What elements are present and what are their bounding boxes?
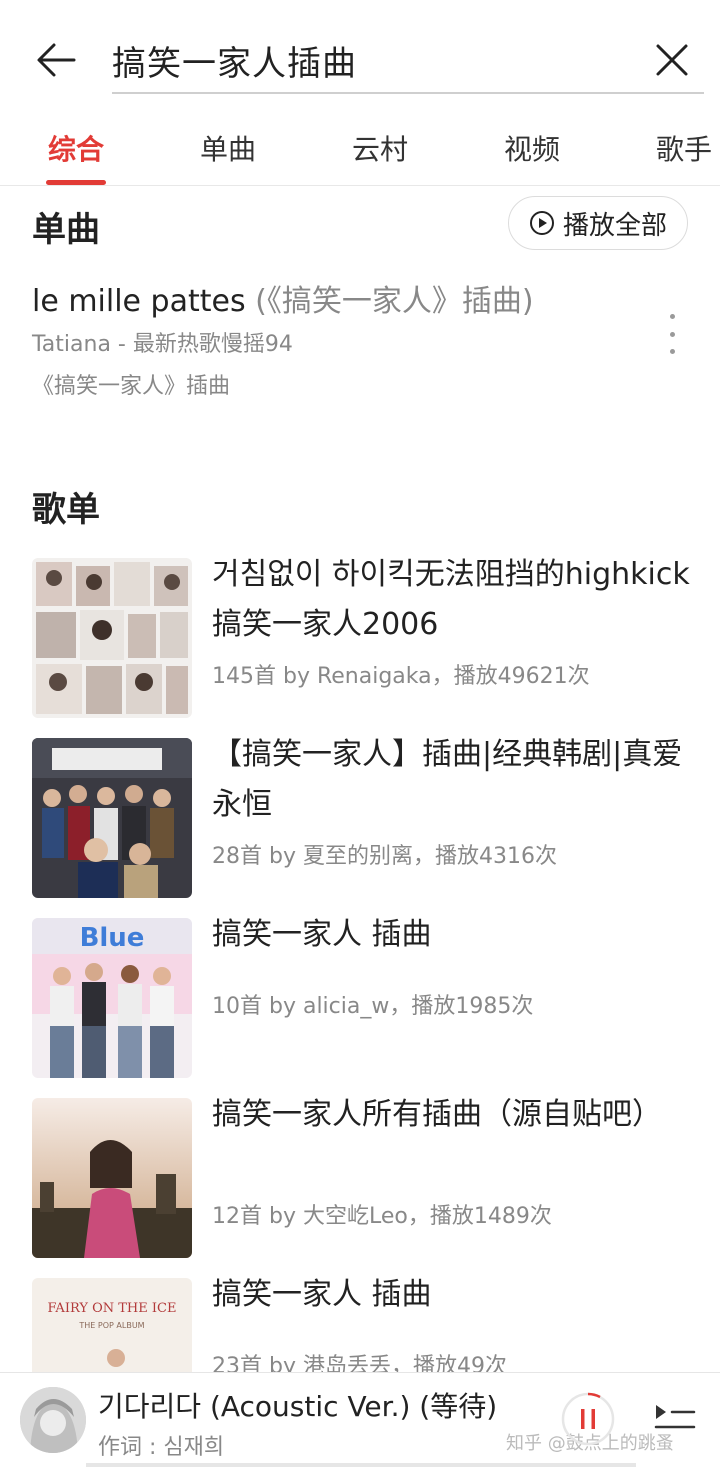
song-name: le mille pattes	[32, 284, 246, 319]
playlist-cover: Blue	[32, 918, 192, 1078]
playlist-title: 【搞笑一家人】插曲|经典韩剧|真爱永恒	[212, 737, 683, 822]
playlist-title: 搞笑一家人 插曲	[212, 1277, 432, 1312]
tab-songs[interactable]: 单曲	[200, 128, 256, 168]
playlist-cover	[32, 1098, 192, 1258]
search-query: 搞笑一家人插曲	[112, 44, 357, 84]
tab-community[interactable]: 云村	[352, 128, 408, 168]
playlist-title: 搞笑一家人所有插曲（源自贴吧）	[212, 1097, 662, 1132]
playlist-cover	[32, 738, 192, 898]
more-dot	[669, 314, 675, 319]
playlist-cover: FAIRY ON THE ICE THE POP ALBUM	[32, 1278, 192, 1372]
playlist-meta: 28首 by 夏至的别离，播放4316次	[212, 844, 557, 869]
more-options-button[interactable]	[660, 314, 684, 354]
pause-button[interactable]	[560, 1391, 616, 1447]
cover-art-text: Blue	[80, 923, 145, 953]
song-description: 《搞笑一家人》插曲	[32, 374, 231, 399]
playlist-queue-button[interactable]	[650, 1399, 698, 1439]
cover-art-text: FAIRY ON THE ICE	[48, 1301, 177, 1316]
playlist-meta: 145首 by Renaigaka，播放49621次	[212, 664, 590, 689]
pause-icon	[561, 1392, 615, 1446]
mini-player[interactable]: 기다리다 (Acoustic Ver.) (等待) 作词 : 심재희 知乎 @鼓…	[0, 1372, 720, 1469]
back-button[interactable]	[28, 32, 84, 88]
now-playing-cover	[20, 1387, 86, 1453]
playlist-item[interactable]: 【搞笑一家人】插曲|经典韩剧|真爱永恒 28首 by 夏至的别离，播放4316次	[0, 737, 720, 908]
playlist-item[interactable]: 거침없이 하이킥无法阻挡的highkick搞笑一家人2006 145首 by R…	[0, 557, 720, 728]
playlist-meta: 12首 by 大空屹Leo，播放1489次	[212, 1204, 552, 1229]
song-artist-album: Tatiana - 最新热歌慢摇94	[32, 332, 293, 357]
play-all-label: 播放全部	[562, 210, 667, 241]
playlist-meta: 10首 by alicia_w，播放1985次	[212, 994, 534, 1019]
cover-art-subtext: THE POP ALBUM	[78, 1321, 144, 1330]
playlist-item[interactable]: 搞笑一家人所有插曲（源自贴吧） 12首 by 大空屹Leo，播放1489次	[0, 1097, 720, 1268]
song-title: le mille pattes (《搞笑一家人》插曲)	[32, 276, 534, 320]
playlist-item[interactable]: Blue 搞笑一家人 插曲 10首 by alicia_w，播放1985次	[0, 917, 720, 1088]
playlist-title: 거침없이 하이킥无法阻挡的highkick搞笑一家人2006	[212, 557, 690, 642]
play-circle-icon	[529, 211, 554, 235]
progress-track	[86, 1463, 636, 1467]
playlist-title: 搞笑一家人 插曲	[212, 917, 432, 952]
now-playing-subtitle: 作词 : 심재희	[98, 1435, 225, 1460]
queue-list-icon	[654, 1405, 696, 1429]
playlist-cover	[32, 558, 192, 718]
tab-overview[interactable]: 综合	[48, 128, 104, 168]
tab-artists[interactable]: 歌手	[656, 128, 712, 168]
song-alias: (《搞笑一家人》插曲)	[245, 284, 534, 319]
songs-section-title: 单曲	[32, 210, 100, 250]
playlists-section-title: 歌单	[32, 490, 100, 530]
active-tab-indicator	[46, 180, 106, 185]
play-all-button[interactable]: 播放全部	[508, 196, 688, 250]
search-header: 搞笑一家人插曲	[0, 0, 720, 110]
result-tabs: 综合 单曲 云村 视频 歌手	[0, 110, 720, 186]
now-playing-title: 기다리다 (Acoustic Ver.) (等待)	[98, 1390, 498, 1423]
search-input[interactable]: 搞笑一家人插曲	[112, 28, 704, 94]
tab-videos[interactable]: 视频	[504, 128, 560, 168]
clear-search-button[interactable]	[644, 32, 700, 88]
close-icon	[656, 44, 688, 76]
more-dot	[669, 349, 675, 354]
more-dot	[669, 331, 675, 337]
back-arrow-icon	[37, 43, 76, 77]
